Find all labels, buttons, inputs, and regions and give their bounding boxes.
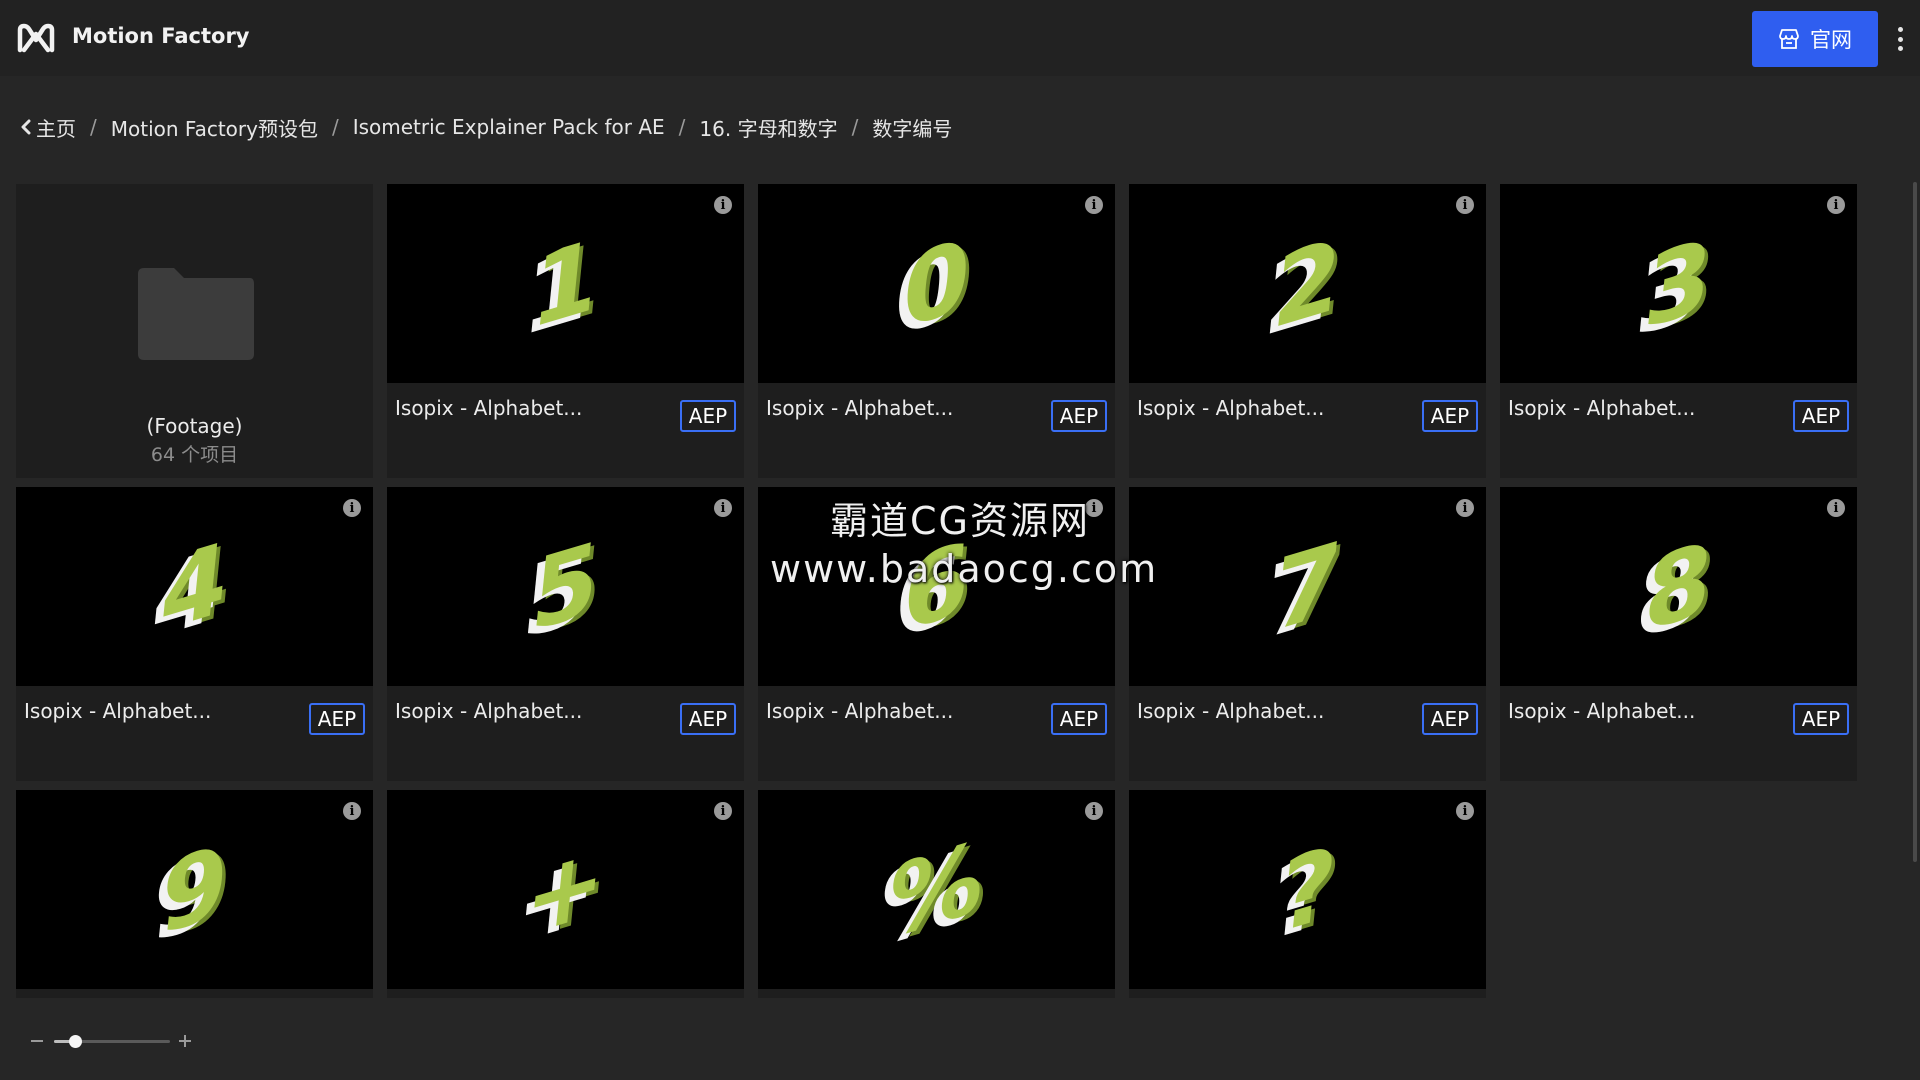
folder-name: (Footage) (146, 414, 243, 438)
folder-icon (138, 268, 254, 360)
asset-title: Isopix - Alphabet... (395, 699, 583, 723)
asset-title: Isopix - Alphabet... (1508, 699, 1696, 723)
question-glyph: ? (1273, 823, 1342, 956)
percent-glyph: % (882, 817, 991, 962)
breadcrumb-current[interactable]: 数字编号 (872, 113, 952, 142)
asset-thumbnail: 8 (1500, 487, 1857, 686)
aep-badge: AEP (309, 703, 365, 735)
asset-card[interactable]: + i (387, 790, 744, 998)
official-site-button[interactable]: 官网 (1752, 11, 1878, 67)
asset-thumbnail: 0 (758, 184, 1115, 383)
info-icon[interactable]: i (1085, 196, 1103, 214)
store-icon (1779, 29, 1799, 49)
aep-badge: AEP (1051, 703, 1107, 735)
asset-card[interactable]: 5 i Isopix - Alphabet... AEP (387, 487, 744, 781)
info-icon[interactable]: i (1456, 196, 1474, 214)
aep-badge: AEP (1422, 703, 1478, 735)
asset-thumbnail: 5 (387, 487, 744, 686)
zoom-slider[interactable] (54, 1035, 170, 1048)
watermark-line-2: www.badaocg.com (770, 547, 1159, 591)
asset-thumbnail: 7 (1129, 487, 1486, 686)
digit-glyph: 5 (526, 518, 605, 655)
asset-thumbnail: + (387, 790, 744, 989)
breadcrumb-home[interactable]: 主页 (36, 113, 76, 142)
digit-glyph: 0 (897, 215, 976, 352)
digit-glyph: 8 (1639, 518, 1718, 655)
digit-glyph: 2 (1268, 215, 1347, 352)
asset-thumbnail: 3 (1500, 184, 1857, 383)
breadcrumb-presets[interactable]: Motion Factory预设包 (111, 113, 318, 142)
info-icon[interactable]: i (714, 802, 732, 820)
folder-card-footage[interactable]: (Footage) 64 个项目 (16, 184, 373, 478)
zoom-in-icon[interactable] (178, 1034, 192, 1048)
folder-item-count: 64 个项目 (150, 444, 239, 466)
kebab-menu-icon[interactable] (1890, 24, 1910, 54)
info-icon[interactable]: i (343, 802, 361, 820)
asset-thumbnail: % (758, 790, 1115, 989)
top-bar: Motion Factory 官网 (0, 0, 1920, 76)
breadcrumb: 主页 / Motion Factory预设包 / Isometric Expla… (20, 112, 952, 142)
official-site-label: 官网 (1810, 28, 1852, 52)
asset-thumbnail: 4 (16, 487, 373, 686)
asset-card[interactable]: 0 i Isopix - Alphabet... AEP (758, 184, 1115, 478)
motion-factory-logo-icon[interactable] (16, 20, 56, 56)
plus-glyph: + (519, 819, 612, 960)
breadcrumb-pack[interactable]: Isometric Explainer Pack for AE (353, 115, 665, 139)
info-icon[interactable]: i (343, 499, 361, 517)
asset-thumbnail: 9 (16, 790, 373, 989)
chevron-left-icon[interactable] (20, 118, 32, 136)
digit-glyph: 9 (155, 821, 234, 958)
asset-card[interactable]: 1 i Isopix - Alphabet... AEP (387, 184, 744, 478)
watermark-line-1: 霸道CG资源网 (830, 499, 1090, 543)
asset-thumbnail: 2 (1129, 184, 1486, 383)
aep-badge: AEP (1051, 400, 1107, 432)
asset-title: Isopix - Alphabet... (766, 396, 954, 420)
asset-card[interactable]: ? i (1129, 790, 1486, 998)
aep-badge: AEP (680, 400, 736, 432)
asset-title: Isopix - Alphabet... (766, 699, 954, 723)
asset-card[interactable]: 3 i Isopix - Alphabet... AEP (1500, 184, 1857, 478)
breadcrumb-separator: / (678, 115, 686, 139)
asset-thumbnail: ? (1129, 790, 1486, 989)
asset-card[interactable]: 9 i (16, 790, 373, 998)
breadcrumb-separator: / (90, 115, 97, 139)
asset-title: Isopix - Alphabet... (24, 699, 212, 723)
asset-card[interactable]: 2 i Isopix - Alphabet... AEP (1129, 184, 1486, 478)
info-icon[interactable]: i (714, 196, 732, 214)
aep-badge: AEP (1793, 703, 1849, 735)
zoom-slider-handle[interactable] (68, 1035, 82, 1048)
digit-glyph: 3 (1639, 215, 1718, 352)
watermark: 霸道CG资源网 www.badaocg.com (770, 490, 1159, 591)
breadcrumb-separator: / (851, 115, 859, 139)
digit-glyph: 1 (526, 215, 605, 352)
breadcrumb-separator: / (331, 115, 339, 139)
asset-card[interactable]: 8 i Isopix - Alphabet... AEP (1500, 487, 1857, 781)
info-icon[interactable]: i (714, 499, 732, 517)
asset-thumbnail: 1 (387, 184, 744, 383)
asset-title: Isopix - Alphabet... (1137, 699, 1325, 723)
asset-card[interactable]: 7 i Isopix - Alphabet... AEP (1129, 487, 1486, 781)
breadcrumb-category[interactable]: 16. 字母和数字 (699, 113, 837, 142)
aep-badge: AEP (1793, 400, 1849, 432)
digit-glyph: 7 (1268, 518, 1347, 655)
asset-title: Isopix - Alphabet... (1137, 396, 1325, 420)
aep-badge: AEP (680, 703, 736, 735)
info-icon[interactable]: i (1085, 802, 1103, 820)
app-title: Motion Factory (72, 24, 250, 48)
info-icon[interactable]: i (1827, 196, 1845, 214)
info-icon[interactable]: i (1827, 499, 1845, 517)
asset-title: Isopix - Alphabet... (1508, 396, 1696, 420)
info-icon[interactable]: i (1456, 802, 1474, 820)
digit-glyph: 4 (155, 518, 234, 655)
asset-title: Isopix - Alphabet... (395, 396, 583, 420)
asset-card[interactable]: 4 i Isopix - Alphabet... AEP (16, 487, 373, 781)
footer-bar (0, 998, 1920, 1080)
aep-badge: AEP (1422, 400, 1478, 432)
info-icon[interactable]: i (1456, 499, 1474, 517)
asset-card[interactable]: % i (758, 790, 1115, 998)
zoom-out-icon[interactable] (30, 1034, 44, 1048)
vertical-scrollbar[interactable] (1913, 182, 1917, 862)
